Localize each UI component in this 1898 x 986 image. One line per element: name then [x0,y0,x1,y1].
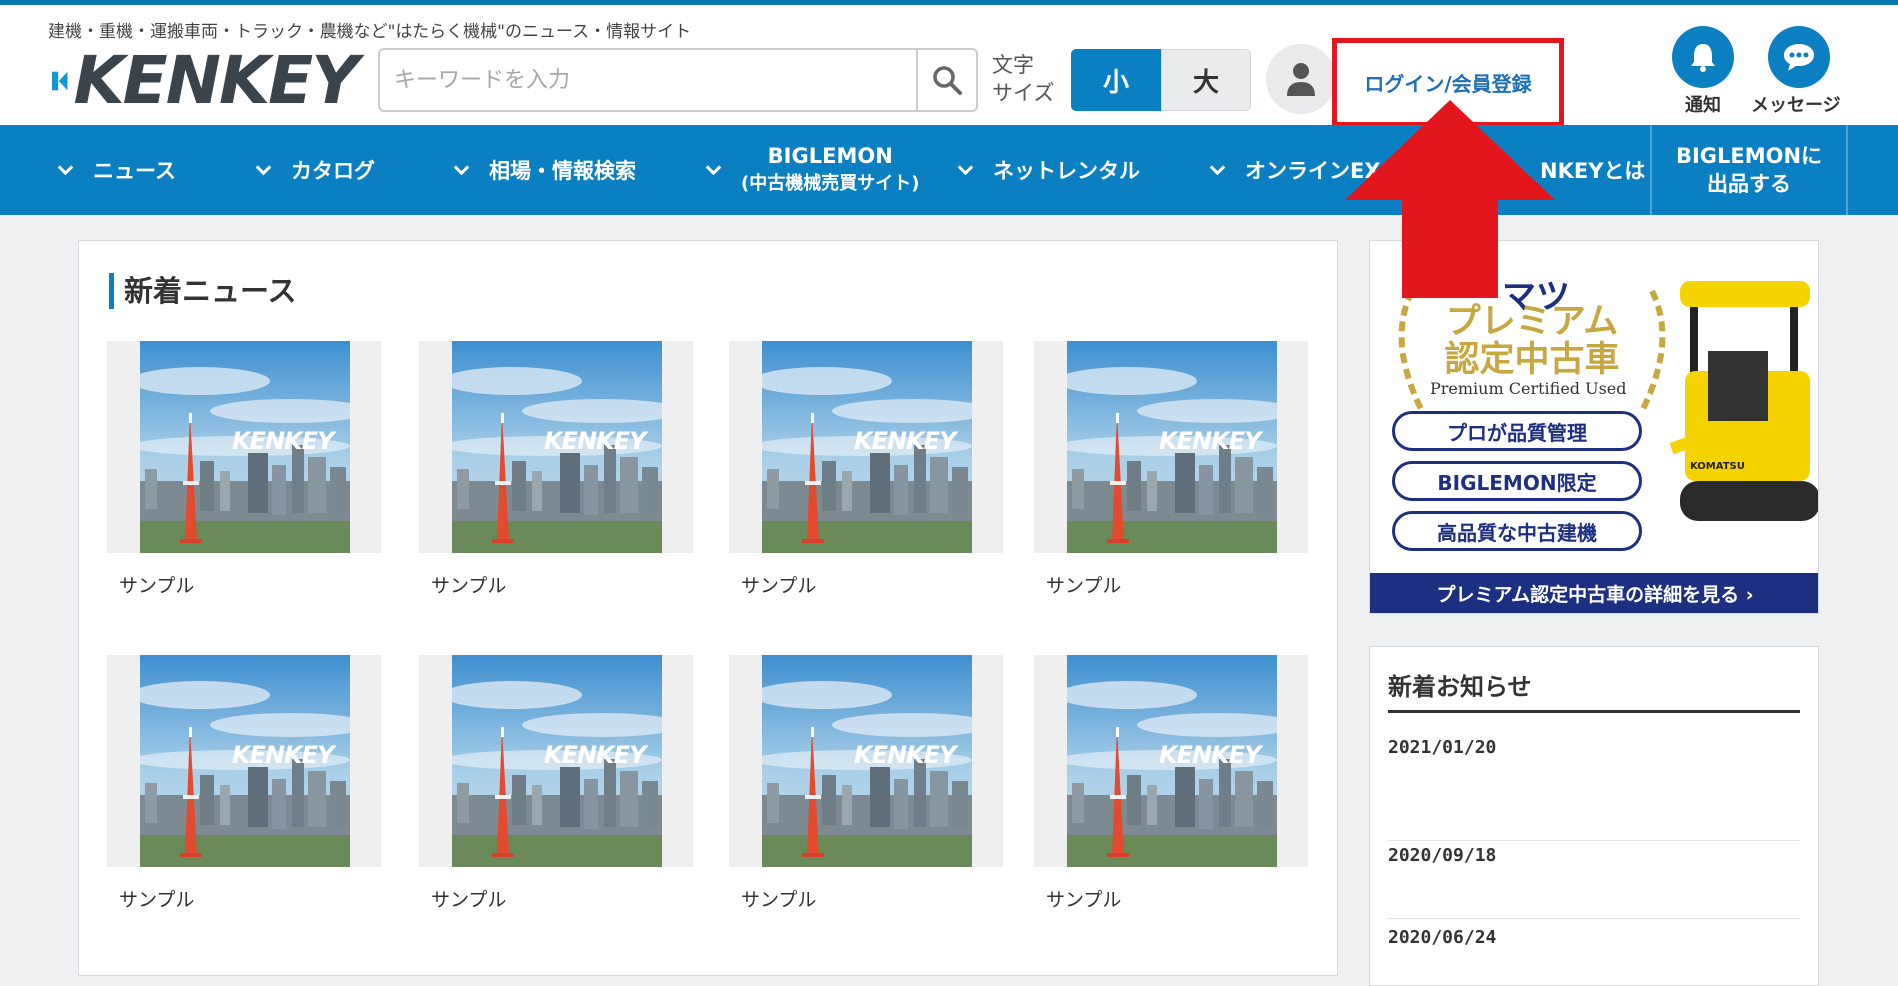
notices-title: 新着お知らせ [1388,667,1800,713]
font-size-large-button[interactable]: 大 [1161,49,1251,111]
ad-details-link[interactable]: プレミアム認定中古車の詳細を見る › [1370,573,1818,613]
font-size-label: 文字 サイズ [992,53,1055,105]
search-icon [933,66,962,95]
chevron-down-icon [705,159,722,175]
news-card[interactable]: KENKEY サンプル [1034,341,1308,598]
ad-subtitle: Premium Certified Used [1430,379,1627,398]
news-card[interactable]: KENKEY サンプル [107,341,381,598]
ad-pill: BIGLEMON限定 [1392,461,1642,501]
nav-item-market-search[interactable]: 相場・情報検索 [453,125,636,215]
nav-cta-list-on-biglemon[interactable]: BIGLEMONに 出品する [1652,125,1846,215]
notices-panel: 新着お知らせ 2021/01/20 2020/09/18 2020/06/24 [1369,646,1819,986]
user-icon [1287,63,1315,96]
photo-watermark: KENKEY [854,741,956,769]
news-caption: サンプル [431,575,507,597]
news-caption: サンプル [741,889,817,911]
tokyo-skyline-photo: KENKEY [1067,655,1277,867]
search-bar [378,48,978,112]
news-card[interactable]: KENKEY サンプル [107,655,381,912]
chevron-down-icon [453,159,470,175]
chevron-down-icon [57,159,74,175]
user-avatar[interactable] [1266,44,1336,114]
main-nav: ニュース カタログ 相場・情報検索 BIGLEMON (中古機械売買サイト) ネ… [0,125,1898,215]
message-label: メッセージ [1751,95,1841,116]
search-button[interactable] [916,50,976,110]
chevron-down-icon [957,159,974,175]
chevron-down-icon [255,159,272,175]
nav-item-about[interactable]: NKEYとは [1540,125,1645,215]
news-caption: サンプル [119,889,195,911]
section-title: 新着ニュース [109,273,297,309]
news-caption: サンプル [431,889,507,911]
news-caption: サンプル [1046,575,1122,597]
chevron-down-icon [1209,159,1226,175]
notification-button[interactable] [1672,26,1734,88]
nav-item-net-rental[interactable]: ネットレンタル [957,125,1140,215]
tokyo-skyline-photo: KENKEY [140,341,350,553]
tokyo-skyline-photo: KENKEY [762,341,972,553]
bell-icon [1691,44,1715,72]
news-thumbnail: KENKEY [107,655,381,867]
site-tagline: 建機・重機・運搬車両・トラック・農機など"はたらく機械"のニュース・情報サイト [48,22,692,42]
news-card[interactable]: KENKEY サンプル [419,341,693,598]
machine-brand-label: KOMATSU [1690,461,1745,472]
notice-item[interactable]: 2020/09/18 [1388,845,1800,919]
nav-divider [1846,125,1848,215]
tokyo-skyline-photo: KENKEY [452,655,662,867]
news-card[interactable]: KENKEY サンプル [729,655,1003,912]
notice-date: 2021/01/20 [1388,737,1497,758]
news-thumbnail: KENKEY [419,341,693,553]
login-register-link[interactable]: ログイン/会員登録 [1364,68,1531,97]
notice-item[interactable]: 2020/06/24 [1388,927,1800,985]
news-thumbnail: KENKEY [1034,655,1308,867]
ad-title: プレミアム 認定中古車 [1444,302,1620,380]
tokyo-skyline-photo: KENKEY [452,341,662,553]
notice-item[interactable]: 2021/01/20 [1388,737,1800,841]
news-card[interactable]: KENKEY サンプル [419,655,693,912]
message-button[interactable] [1768,26,1830,88]
photo-watermark: KENKEY [232,741,334,769]
photo-watermark: KENKEY [232,427,334,455]
photo-watermark: KENKEY [544,427,646,455]
news-caption: サンプル [741,575,817,597]
news-section: 新着ニュース KENKEY サンプル KENKEY サンプル KENKEY サン… [78,240,1338,976]
site-header: 建機・重機・運搬車両・トラック・農機など"はたらく機械"のニュース・情報サイト … [0,5,1898,127]
font-size-small-button[interactable]: 小 [1071,49,1161,111]
photo-watermark: KENKEY [854,427,956,455]
notice-date: 2020/06/24 [1388,927,1497,948]
news-caption: サンプル [1046,889,1122,911]
notice-date: 2020/09/18 [1388,845,1497,866]
tokyo-skyline-photo: KENKEY [1067,341,1277,553]
logo-text: KENKEY [73,42,359,119]
nav-item-biglemon[interactable]: BIGLEMON (中古機械売買サイト) [705,125,919,215]
tokyo-skyline-photo: KENKEY [762,655,972,867]
search-input[interactable] [380,50,916,110]
ad-pill: プロが品質管理 [1392,411,1642,451]
photo-watermark: KENKEY [1159,427,1261,455]
notification-label: 通知 [1685,95,1721,116]
news-card[interactable]: KENKEY サンプル [1034,655,1308,912]
news-thumbnail: KENKEY [729,655,1003,867]
news-card[interactable]: KENKEY サンプル [729,341,1003,598]
nav-item-news[interactable]: ニュース [57,125,176,215]
tokyo-skyline-photo: KENKEY [140,655,350,867]
photo-watermark: KENKEY [544,741,646,769]
photo-watermark: KENKEY [1159,741,1261,769]
ad-pill: 高品質な中古建機 [1392,511,1642,551]
news-caption: サンプル [119,575,195,597]
site-logo[interactable]: KENKEY [52,42,359,119]
news-thumbnail: KENKEY [419,655,693,867]
nav-item-catalog[interactable]: カタログ [255,125,375,215]
red-pointer-arrow-icon [1345,100,1555,300]
excavator-image: KOMATSU [1670,281,1818,521]
news-thumbnail: KENKEY [107,341,381,553]
chat-bubble-icon [1784,44,1814,71]
news-thumbnail: KENKEY [729,341,1003,553]
logo-mark-icon [52,71,68,91]
news-thumbnail: KENKEY [1034,341,1308,553]
